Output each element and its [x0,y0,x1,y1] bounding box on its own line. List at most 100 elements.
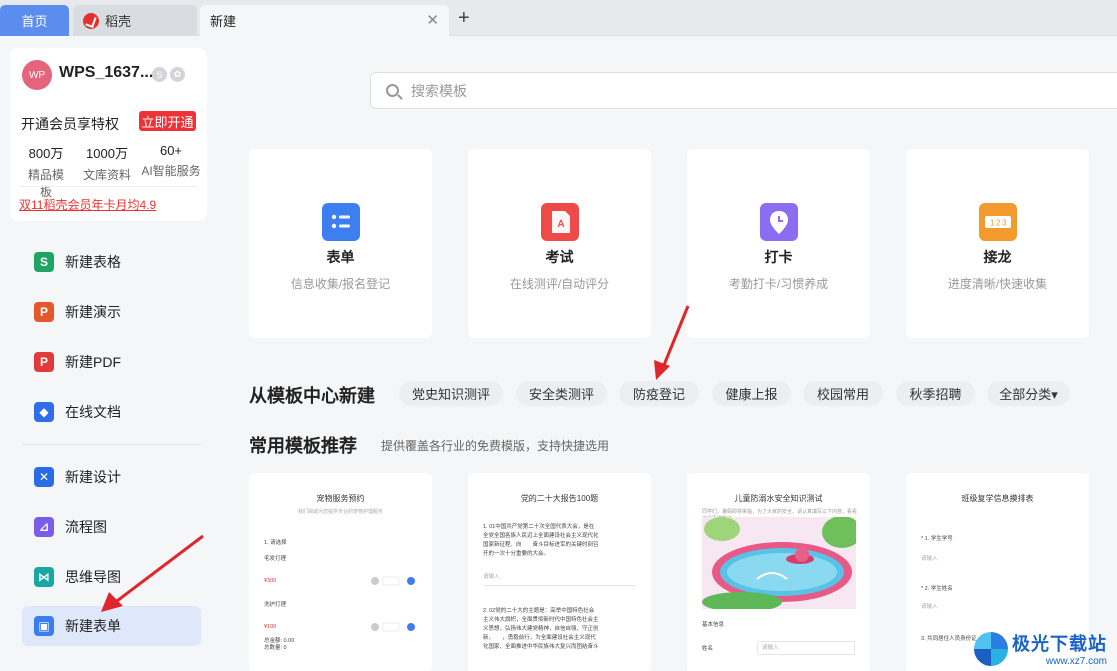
template-subtitle: 我们竭诚为您提供专业的宠物护理服务 [297,509,383,515]
promo-link[interactable]: 双11稻壳会员年卡月均4.9 [19,196,156,213]
template-line: 1. 请选择 [264,540,287,546]
template-line: 毛发打理 [264,556,287,562]
template-line: 化国家、全面推进中华民族伟大复兴而团结奋斗 [483,644,599,650]
template-line: ¥100 [264,624,277,630]
close-tab-icon[interactable]: ✕ [426,11,439,29]
stat-value: 1000万 [86,146,128,161]
tab-bar: 首页 稻壳 新建 ✕ + [0,0,1117,36]
member-badge-icon: S [152,67,167,82]
exam-icon: A [540,203,579,241]
card-exam[interactable]: A 考试 在线测评/自动评分 [468,149,651,338]
mindmap-icon: ⋈ [34,567,54,587]
stat-value: 800万 [28,146,64,161]
template-line: ¥300 [264,578,277,584]
stat-ai: 60+ AI智能服务 [138,143,204,179]
user-card: WP WPS_1637... S ✿ 开通会员享特权 立即开通 800万 精品模… [10,48,207,221]
card-subtitle: 在线测评/自动评分 [509,277,610,291]
sidebar-item-new-pdf[interactable]: P 新建PDF [22,342,201,382]
stat-templates: 800万 精品模板 [24,143,68,200]
template-line: 新， ，勇毅前行，为全面建设社会主义现代 [483,635,596,641]
template-line: 姓名 [702,646,714,652]
form-icon: ▣ [34,616,54,636]
template-center-title: 从模板中心新建 [249,386,375,406]
stat-library: 1000万 文库资料 [82,143,132,183]
sidebar-item-label: 新建PDF [65,354,121,370]
tab-daoke-label: 稻壳 [105,14,132,29]
template-line: 基本信息 [702,622,725,628]
sidebar-item-new-presentation[interactable]: P 新建演示 [22,292,201,332]
annotation-arrow-icon [654,305,690,380]
svg-text:1: 1 [990,219,995,228]
template-line: 请输入 [921,604,938,610]
flowchart-icon: ⊿ [34,517,54,537]
tab-new[interactable]: 新建 ✕ [200,5,449,36]
add-tab-icon[interactable]: + [458,7,470,30]
template-line: 全党全国各族人民迈上全面建设社会主义现代化 [483,533,599,539]
sidebar-item-label: 新建演示 [65,304,121,320]
avatar[interactable]: WP [22,60,52,90]
divider [483,585,636,586]
card-title: 考试 [545,249,574,265]
svg-text:3: 3 [1002,219,1007,228]
tab-daoke[interactable]: 稻壳 [73,5,197,36]
watermark-name: 极光下载站 [1012,634,1107,654]
tab-home[interactable]: 首页 [0,5,69,36]
sidebar-divider [22,444,201,445]
quantity-steppers-icon [371,576,415,632]
form-list-icon [321,203,360,241]
sidebar-item-new-design[interactable]: ✕ 新建设计 [22,457,201,497]
daoke-logo-icon [83,12,99,29]
username[interactable]: WPS_1637... [59,64,153,82]
pool-illustration-icon [702,517,856,609]
card-checkin[interactable]: 打卡 考勤打卡/习惯养成 [687,149,870,338]
sidebar-item-label: 新建设计 [65,469,121,485]
watermark-logo-icon [974,631,1008,666]
vip-open-button[interactable]: 立即开通 [139,111,196,131]
spreadsheet-icon: S [34,252,54,272]
sidebar-item-new-spreadsheet[interactable]: S 新建表格 [22,242,201,282]
stat-label: 精品模板 [27,168,64,199]
name-input-preview: 请输入 [757,641,855,655]
chip-party-history[interactable]: 党史知识测评 [399,381,503,406]
svg-text:2: 2 [996,219,1001,228]
template-line: 3. 共同居住人员身份证 [921,636,977,642]
card-subtitle: 考勤打卡/习惯养成 [728,277,829,291]
vip-text: 开通会员享特权 [21,116,119,132]
template-card-pet-booking[interactable]: 宠物服务预约 我们竭诚为您提供专业的宠物护理服务 1. 请选择 毛发打理 ¥30… [249,473,432,671]
template-line: 总数量: 0 [264,645,287,651]
template-title: 党的二十大报告100题 [520,494,599,503]
search-box[interactable] [370,72,1117,109]
watermark-url: www.xz7.com [1045,656,1107,667]
template-line: 洗护打理 [264,602,287,608]
chip-safety[interactable]: 安全类测评 [516,381,607,406]
template-line: 2. 02党的二十大的主题是：高举中国特色社会 [483,608,595,614]
template-card-party-report[interactable]: 党的二十大报告100题 1. 01中国共产党第二十次全国代表大会，是在 全党全国… [468,473,651,671]
template-card-drowning-test[interactable]: 儿童防溺水安全知识测试 同学们，暑假即将来临，为了大家的安全，请认真填写以下内容… [687,473,870,671]
sidebar-item-online-doc[interactable]: ◆ 在线文档 [22,392,201,432]
chip-campus[interactable]: 校园常用 [803,381,883,406]
recommended-templates-desc: 提供覆盖各行业的免费模版，支持快捷选用 [381,439,610,453]
stat-label: AI智能服务 [141,164,201,178]
chip-health-report[interactable]: 健康上报 [712,381,791,406]
presentation-icon: P [34,302,54,322]
online-doc-icon: ◆ [34,402,54,422]
search-input[interactable] [411,82,1011,99]
template-line: 1. 01中国共产党第二十次全国代表大会，是在 [483,524,595,530]
template-line: 义思想，弘扬伟大建党精神，自信自强、守正创 [483,626,599,632]
chip-all-categories[interactable]: 全部分类▾ [987,381,1070,406]
card-relay[interactable]: 123 接龙 进度清晰/快速收集 [906,149,1089,338]
template-line: 请输入 [483,574,500,580]
tab-home-label: 首页 [21,14,48,29]
relay-123-icon: 123 [978,203,1017,241]
divider [20,186,197,187]
watermark: 极光下载站 www.xz7.com [974,630,1107,667]
sidebar-item-label: 在线文档 [65,404,121,420]
annotation-arrow-icon [101,534,204,612]
chip-autumn-recruit[interactable]: 秋季招聘 [896,381,975,406]
design-icon: ✕ [34,467,54,487]
card-form[interactable]: 表单 信息收集/报名登记 [249,149,432,338]
sidebar-item-label: 新建表单 [65,618,121,634]
template-line: * 2. 学生姓名 [921,586,953,592]
template-title: 儿童防溺水安全知识测试 [734,494,823,503]
template-line: 开的一次十分重要的大会。 [483,551,550,557]
